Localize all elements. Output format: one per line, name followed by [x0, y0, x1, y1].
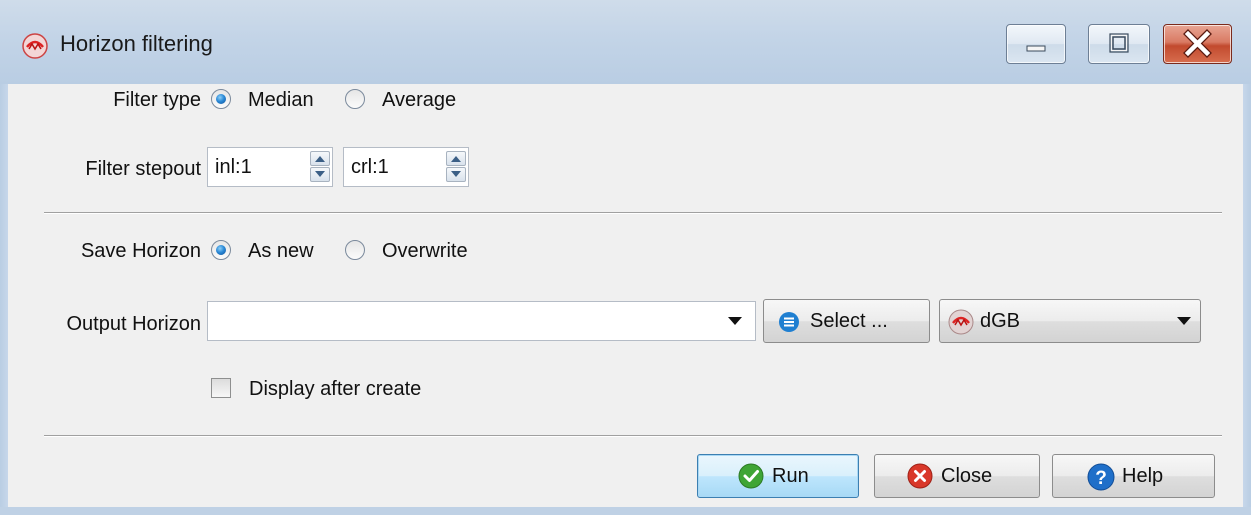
window-frame-right [1243, 84, 1251, 515]
save-overwrite-label: Overwrite [382, 240, 468, 262]
inline-stepout-down-button[interactable] [310, 167, 330, 182]
list-icon [779, 312, 799, 332]
close-button[interactable]: Close [874, 454, 1040, 498]
window-title: Horizon filtering [60, 31, 213, 56]
save-as-new-radio[interactable] [211, 240, 231, 260]
chevron-down-icon [1177, 317, 1191, 325]
filter-stepout-label: Filter stepout [85, 158, 201, 180]
output-horizon-combobox[interactable] [207, 301, 756, 341]
spin-up-icon [315, 156, 325, 162]
save-horizon-label: Save Horizon [80, 240, 201, 262]
window-frame-bottom [0, 507, 1251, 515]
maximize-button[interactable] [1088, 24, 1150, 64]
chevron-down-icon [728, 317, 742, 325]
filter-type-median-radio[interactable] [211, 89, 231, 109]
dgb-logo-icon [948, 309, 974, 335]
dgb-logo-icon [22, 33, 48, 59]
output-horizon-label: Output Horizon [66, 313, 201, 335]
filter-type-average-label: Average [382, 89, 457, 111]
window-frame-left [0, 84, 8, 515]
cancel-icon [907, 463, 933, 489]
select-button-label: Select ... [810, 310, 888, 332]
checkmark-icon [738, 463, 764, 489]
inline-stepout-spinbox[interactable]: inl:1 [207, 147, 333, 187]
close-button-label: Close [941, 465, 993, 487]
separator-top [44, 212, 1222, 214]
svg-text:?: ? [1095, 468, 1107, 489]
spin-down-icon [315, 171, 325, 177]
filter-type-median-label: Median [248, 89, 314, 111]
help-icon: ? [1087, 463, 1115, 491]
data-source-value: dGB [980, 310, 1021, 332]
filter-type-label: Filter type [113, 89, 201, 111]
save-as-new-label: As new [248, 240, 314, 262]
window-close-button[interactable] [1163, 24, 1232, 64]
help-button-label: Help [1122, 465, 1164, 487]
maximize-icon [1109, 33, 1129, 53]
crossline-stepout-up-button[interactable] [446, 151, 466, 166]
filter-type-average-radio[interactable] [345, 89, 365, 109]
run-button-label: Run [772, 465, 809, 487]
display-after-create-checkbox[interactable] [211, 378, 231, 398]
dialog-window: Horizon filtering Filter type Median Ave… [0, 0, 1251, 515]
help-button[interactable]: ? Help [1052, 454, 1215, 498]
title-bar[interactable]: Horizon filtering [0, 0, 1251, 85]
minimize-icon [1026, 45, 1046, 52]
dialog-content: Filter type Median Average Filter stepou… [8, 84, 1243, 507]
minimize-button[interactable] [1006, 24, 1066, 64]
close-icon [1183, 29, 1212, 58]
inline-stepout-value: inl:1 [215, 156, 252, 178]
crossline-stepout-value: crl:1 [351, 156, 389, 178]
data-source-dropdown[interactable]: dGB [939, 299, 1201, 343]
crossline-stepout-spinbox[interactable]: crl:1 [343, 147, 469, 187]
spin-up-icon [451, 156, 461, 162]
separator-bottom [44, 435, 1222, 437]
inline-stepout-up-button[interactable] [310, 151, 330, 166]
select-horizon-button[interactable]: Select ... [763, 299, 930, 343]
display-after-create-label: Display after create [249, 378, 422, 400]
run-button[interactable]: Run [697, 454, 859, 498]
crossline-stepout-down-button[interactable] [446, 167, 466, 182]
save-overwrite-radio[interactable] [345, 240, 365, 260]
spin-down-icon [451, 171, 461, 177]
